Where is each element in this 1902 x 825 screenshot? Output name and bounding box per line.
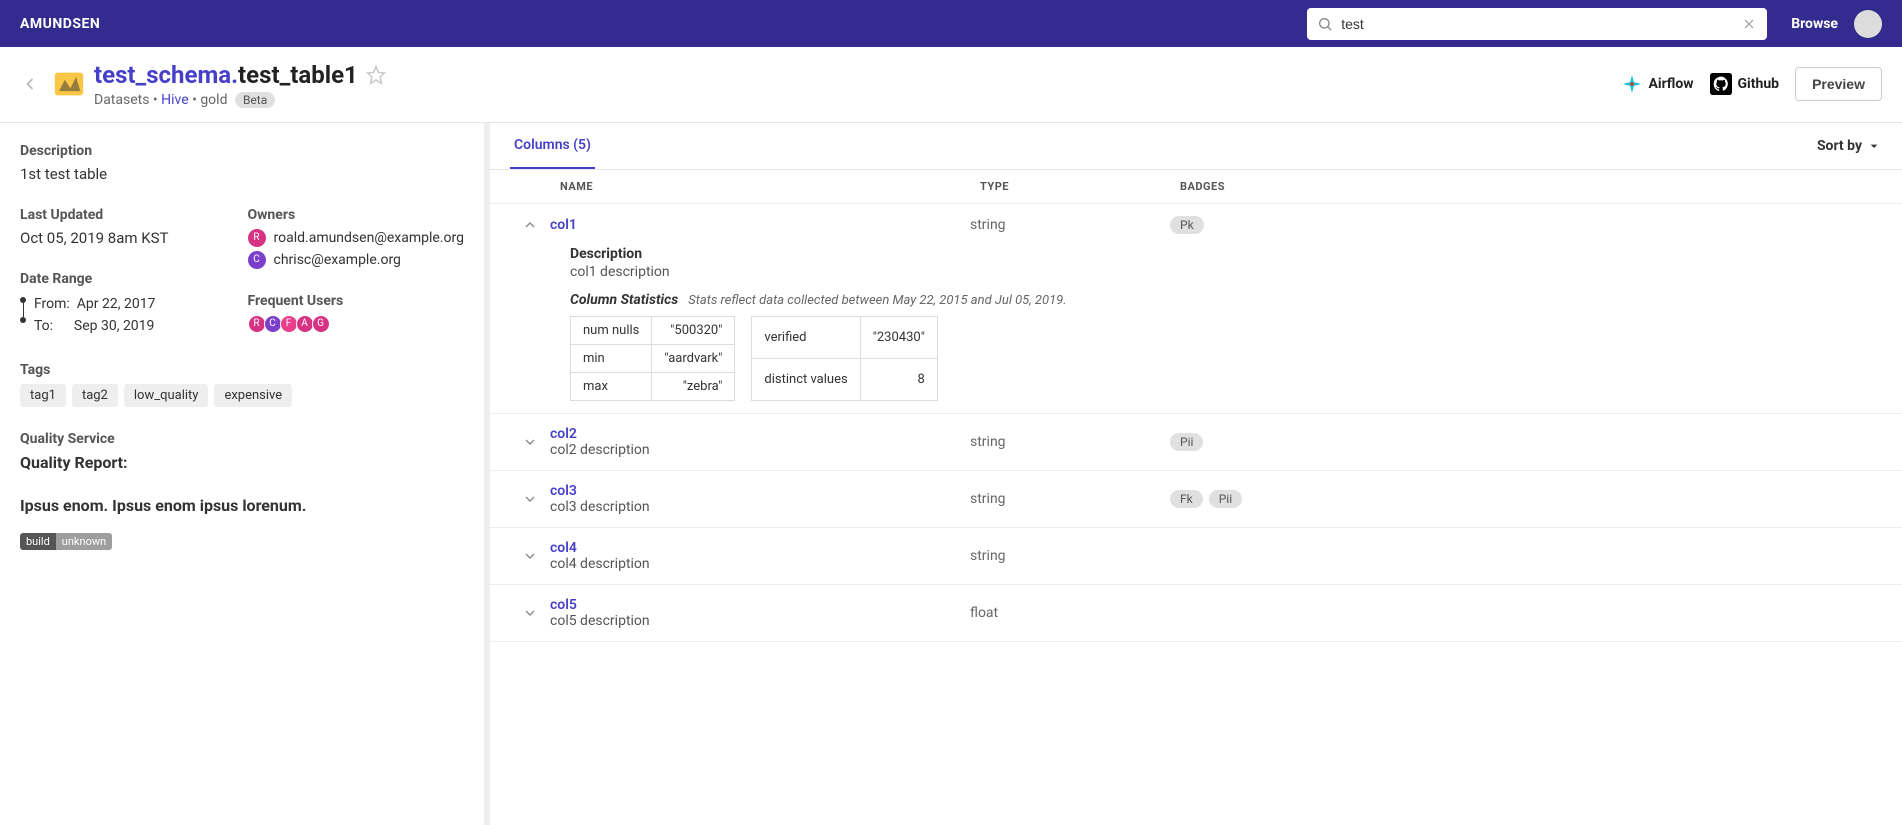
column-name-link[interactable]: col3	[550, 483, 970, 499]
column-name-link[interactable]: col1	[550, 217, 970, 233]
column-badge: Fk	[1170, 490, 1203, 508]
breadcrumb-db-link[interactable]: Hive	[161, 92, 189, 108]
tag-chip[interactable]: low_quality	[124, 384, 209, 407]
column-row: col4 col4 description string	[490, 528, 1902, 585]
description-value: 1st test table	[20, 165, 464, 183]
left-panel: Description 1st test table Last Updated …	[0, 123, 490, 825]
back-chevron-icon[interactable]	[20, 74, 40, 94]
sort-by-dropdown[interactable]: Sort by	[1817, 124, 1882, 168]
column-row: col1 string Pk Description col1 descript…	[490, 204, 1902, 414]
column-desc-inline: col3 description	[550, 499, 970, 515]
description-label: Description	[20, 143, 464, 159]
column-desc-value: col1 description	[570, 264, 1882, 280]
build-badge: buildunknown	[20, 533, 112, 550]
column-name-link[interactable]: col2	[550, 426, 970, 442]
preview-button[interactable]: Preview	[1795, 67, 1882, 101]
tags-label: Tags	[20, 362, 464, 378]
frequent-user-avatar[interactable]: G	[312, 315, 330, 333]
column-row: col3 col3 description string Fk Pii	[490, 471, 1902, 528]
column-stats-table-right: verified"230430"distinct values8	[751, 316, 937, 401]
expand-column-icon[interactable]	[510, 548, 550, 564]
tag-chip[interactable]: tag1	[20, 384, 66, 407]
column-badge: Pii	[1209, 490, 1242, 508]
column-table-header: NAME TYPE BADGES	[490, 170, 1902, 204]
column-stats-table-left: num nulls"500320"min"aardvark"max"zebra"	[570, 316, 735, 401]
last-updated-value: Oct 05, 2019 8am KST	[20, 229, 224, 247]
tab-columns[interactable]: Columns (5)	[510, 123, 595, 169]
github-link[interactable]: Github	[1710, 73, 1780, 95]
owner-email: chrisc@example.org	[274, 252, 401, 268]
owner-avatar: R	[248, 229, 266, 247]
schema-name[interactable]: test_schema.	[94, 61, 238, 89]
user-avatar[interactable]	[1854, 10, 1882, 38]
column-desc-inline: col4 description	[550, 556, 970, 572]
search-icon	[1317, 16, 1333, 32]
column-name-link[interactable]: col4	[550, 540, 970, 556]
browse-link[interactable]: Browse	[1791, 16, 1838, 32]
owner-row[interactable]: Cchrisc@example.org	[248, 251, 465, 269]
frequent-users-label: Frequent Users	[248, 293, 465, 309]
column-type: string	[970, 548, 1170, 564]
column-badge: Pii	[1170, 433, 1203, 451]
airflow-icon	[1621, 73, 1643, 95]
airflow-link[interactable]: Airflow	[1621, 73, 1694, 95]
right-panel: Columns (5) Sort by NAME TYPE BADGES col…	[490, 123, 1902, 825]
column-row: col2 col2 description string Pii	[490, 414, 1902, 471]
column-type: string	[970, 434, 1170, 450]
quality-report-body: Ipsus enom. Ipsus enom ipsus lorenum.	[20, 496, 464, 515]
frequent-user-avatar[interactable]: A	[296, 315, 314, 333]
top-navbar: AMUNDSEN Browse	[0, 0, 1902, 47]
clear-search-icon[interactable]	[1741, 16, 1757, 32]
tag-chip[interactable]: expensive	[214, 384, 292, 407]
quality-service-label: Quality Service	[20, 431, 464, 447]
beta-badge: Beta	[235, 92, 275, 108]
frequent-user-avatar[interactable]: R	[248, 315, 266, 333]
owner-row[interactable]: Rroald.amundsen@example.org	[248, 229, 465, 247]
favorite-star-icon[interactable]	[366, 65, 386, 85]
expand-column-icon[interactable]	[510, 217, 550, 233]
owner-email: roald.amundsen@example.org	[274, 230, 465, 246]
search-input[interactable]	[1307, 8, 1767, 40]
frequent-user-avatar[interactable]: C	[264, 315, 282, 333]
github-icon	[1710, 73, 1732, 95]
hive-icon	[52, 67, 86, 101]
column-desc-label: Description	[570, 246, 1882, 262]
date-range-markers-icon	[20, 293, 26, 323]
column-type: float	[970, 605, 1170, 621]
column-desc-inline: col5 description	[550, 613, 970, 629]
expand-column-icon[interactable]	[510, 491, 550, 507]
column-desc-inline: col2 description	[550, 442, 970, 458]
column-stats-title: Column Statistics	[570, 292, 678, 308]
table-name: test_table1	[238, 61, 358, 89]
frequent-user-avatar[interactable]: F	[280, 315, 298, 333]
date-from-value: Apr 22, 2017	[77, 296, 156, 312]
page-header: test_schema.test_table1 Datasets • Hive …	[0, 47, 1902, 123]
quality-report-title: Quality Report:	[20, 453, 464, 472]
expand-column-icon[interactable]	[510, 605, 550, 621]
date-to-value: Sep 30, 2019	[74, 318, 155, 334]
column-type: string	[970, 491, 1170, 507]
column-name-link[interactable]: col5	[550, 597, 970, 613]
search-wrapper	[1307, 8, 1767, 40]
column-stats-note: Stats reflect data collected between May…	[688, 293, 1066, 308]
column-type: string	[970, 217, 1170, 233]
column-row: col5 col5 description float	[490, 585, 1902, 642]
tag-chip[interactable]: tag2	[72, 384, 118, 407]
breadcrumb: Datasets • Hive • gold Beta	[94, 92, 1621, 108]
owner-avatar: C	[248, 251, 266, 269]
column-badge: Pk	[1170, 216, 1204, 234]
owners-label: Owners	[248, 207, 465, 223]
chevron-down-icon	[1866, 138, 1882, 154]
date-range-label: Date Range	[20, 271, 224, 287]
last-updated-label: Last Updated	[20, 207, 224, 223]
brand-logo[interactable]: AMUNDSEN	[20, 16, 100, 32]
expand-column-icon[interactable]	[510, 434, 550, 450]
